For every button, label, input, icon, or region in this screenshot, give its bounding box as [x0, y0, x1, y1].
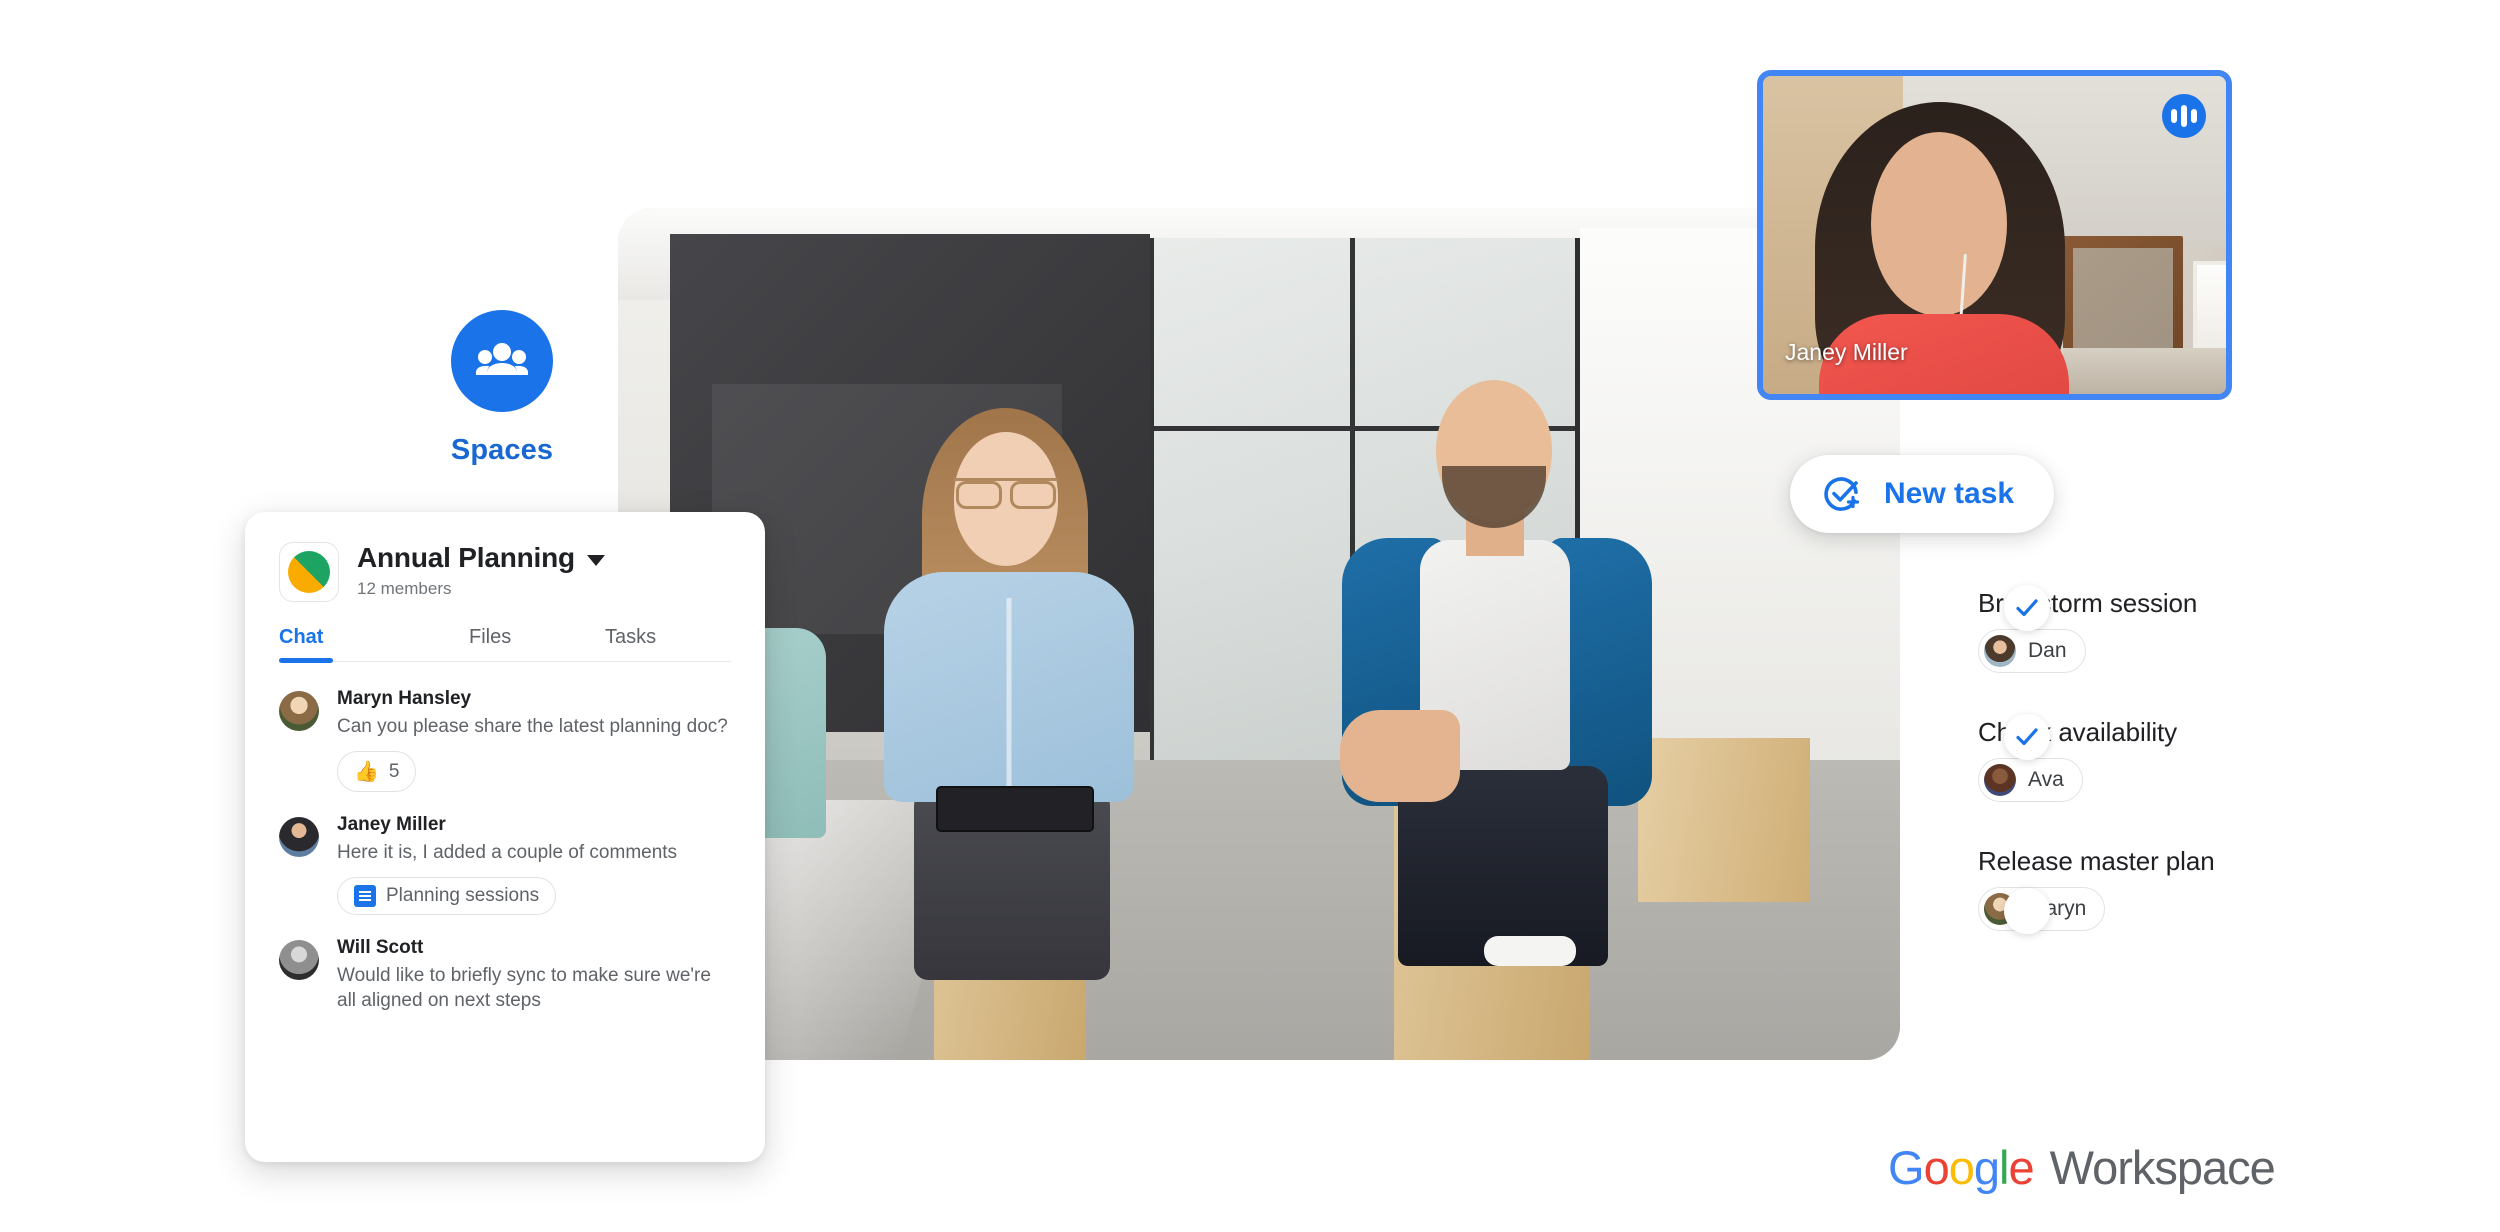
reaction-chip[interactable]: 👍 5: [337, 751, 417, 793]
shoe: [1484, 936, 1576, 966]
message-author: Janey Miller: [337, 814, 446, 836]
main-meeting-video[interactable]: [618, 208, 1900, 1060]
space-name: Annual Planning: [357, 542, 575, 573]
tablet-device: [936, 786, 1094, 832]
message-text: Here it is, I added a couple of comments: [337, 842, 678, 864]
space-member-count: 12 members: [357, 579, 452, 598]
attachment-chip[interactable]: Planning sessions: [337, 877, 557, 916]
space-chat-card[interactable]: Annual Planning 12 members Chat Files Ta…: [245, 512, 765, 1162]
message-item[interactable]: Janey Miller Here it is, I added a coupl…: [279, 814, 731, 916]
space-header-text: Annual Planning 12 members: [357, 542, 605, 599]
space-tabs: Chat Files Tasks: [279, 626, 731, 663]
arm: [1340, 710, 1460, 802]
assignee-name: Dan: [2028, 639, 2067, 662]
tab-files[interactable]: Files: [419, 626, 559, 661]
new-task-button[interactable]: New task: [1790, 455, 2055, 533]
attachment-label: Planning sessions: [386, 885, 540, 907]
logo-workspace-word: Workspace: [2049, 1141, 2276, 1194]
task-checkmark-icon[interactable]: [2004, 585, 2050, 631]
avatar: [279, 940, 319, 981]
message-item[interactable]: Will Scott Would like to briefly sync to…: [279, 937, 731, 1013]
face: [1871, 132, 2007, 316]
logo-letter-l: l: [1998, 1141, 2010, 1194]
google-workspace-logo: G o o g l e Workspace: [1888, 1140, 2276, 1195]
space-header: Annual Planning 12 members: [279, 542, 731, 602]
assignee-chip[interactable]: Ava: [1978, 758, 2083, 802]
beard: [1442, 466, 1546, 528]
task-checkmark-icon[interactable]: [2004, 714, 2050, 760]
people-group-icon: [451, 310, 553, 412]
google-docs-icon: [354, 885, 376, 908]
message-author: Maryn Hansley: [337, 688, 472, 709]
participant-video-tile[interactable]: Janey Miller: [1757, 70, 2232, 400]
avatar: [279, 691, 319, 731]
glasses-icon: [954, 478, 1058, 509]
message-list: Maryn Hansley Can you please share the l…: [279, 688, 731, 1013]
message-body: Will Scott Would like to briefly sync to…: [337, 937, 731, 1013]
logo-letter-o2: o: [1948, 1141, 1975, 1194]
space-title-row[interactable]: Annual Planning: [357, 542, 605, 574]
message-text: Would like to briefly sync to make sure …: [337, 965, 711, 1012]
tab-chat[interactable]: Chat: [279, 626, 419, 663]
new-task-label: New task: [1884, 477, 2015, 510]
wave-bar: [2181, 105, 2187, 127]
message-author: Will Scott: [337, 937, 424, 959]
spaces-nav-item[interactable]: Spaces: [412, 310, 592, 467]
wave-bar: [2171, 109, 2177, 123]
assignee-name: Ava: [2028, 768, 2064, 791]
spaces-nav-label: Spaces: [450, 434, 554, 466]
logo-letter-o1: o: [1923, 1141, 1950, 1194]
participant-left-person: [862, 408, 1162, 980]
participant-right-person: [1334, 380, 1664, 966]
audio-waveform-icon: [2162, 94, 2206, 138]
task-empty-checkbox-icon[interactable]: [2004, 888, 2050, 934]
assignee-chip[interactable]: Dan: [1978, 629, 2086, 673]
reaction-count: 5: [388, 760, 400, 782]
torso: [884, 572, 1134, 802]
wave-bar: [2191, 109, 2197, 123]
tab-tasks[interactable]: Tasks: [559, 626, 699, 661]
logo-letter-e: e: [2008, 1141, 2034, 1194]
workspace-promo-canvas: Spaces Annual Planning 12 members Chat F…: [0, 0, 2500, 1232]
participant-name-label: Janey Miller: [1785, 339, 1908, 365]
avatar: [1984, 764, 2016, 796]
task-list: Brainstorm session Dan Check availabilit…: [1978, 585, 2398, 975]
counter: [2063, 348, 2226, 394]
task-title: Release master plan: [1978, 846, 2215, 876]
logo-letter-g: G: [1888, 1141, 1925, 1194]
space-avatar-green-yellow-icon: [288, 551, 330, 593]
message-body: Maryn Hansley Can you please share the l…: [337, 688, 731, 793]
logo-letter-g2: g: [1973, 1141, 2000, 1194]
message-item[interactable]: Maryn Hansley Can you please share the l…: [279, 688, 731, 793]
avatar: [1984, 635, 2016, 667]
message-body: Janey Miller Here it is, I added a coupl…: [337, 814, 731, 916]
task-item[interactable]: Release master plan Maryn: [1978, 714, 2398, 934]
chevron-down-icon[interactable]: [586, 555, 605, 566]
thumbs-up-icon: 👍: [354, 761, 379, 784]
space-avatar: [279, 542, 339, 602]
avatar: [279, 817, 319, 858]
office-background: [618, 208, 1900, 1060]
message-text: Can you please share the latest planning…: [337, 716, 728, 737]
check-circle-plus-icon: [1822, 474, 1862, 514]
